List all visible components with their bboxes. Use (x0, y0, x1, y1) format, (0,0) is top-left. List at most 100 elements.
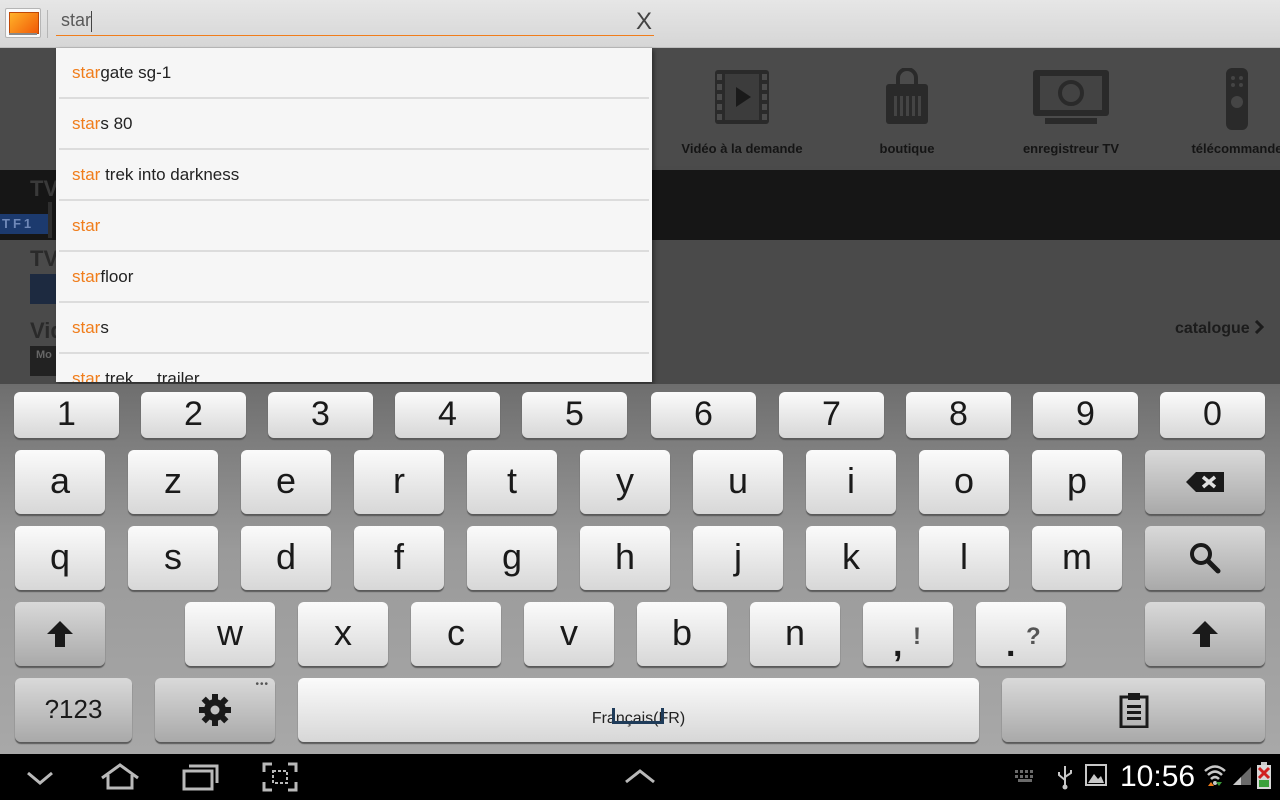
key-j[interactable]: j (693, 526, 783, 590)
key-v[interactable]: v (524, 602, 614, 666)
key-o[interactable]: o (919, 450, 1009, 514)
backspace-key[interactable] (1145, 450, 1265, 514)
key-s[interactable]: s (128, 526, 218, 590)
comma-main: , (893, 626, 903, 664)
suggestion-item[interactable]: stars (59, 303, 649, 354)
key-z[interactable]: z (128, 450, 218, 514)
suggestion-match: star (72, 63, 101, 82)
key-4[interactable]: 4 (395, 392, 500, 438)
key-b[interactable]: b (637, 602, 727, 666)
shift-key-left[interactable] (15, 602, 105, 666)
clipboard-icon (1119, 693, 1148, 728)
suggestion-rest: s (100, 318, 109, 337)
key-t[interactable]: t (467, 450, 557, 514)
system-navigation-bar: 10:56 (0, 754, 1280, 800)
comma-key[interactable]: , ! (863, 602, 953, 666)
hide-keyboard-icon[interactable] (18, 760, 62, 794)
remote-control-icon (1226, 68, 1248, 130)
key-0[interactable]: 0 (1160, 392, 1265, 438)
suggestion-item[interactable]: star (59, 201, 649, 252)
suggestion-match: star (72, 114, 101, 133)
key-p[interactable]: p (1032, 450, 1122, 514)
key-1[interactable]: 1 (14, 392, 119, 438)
key-y[interactable]: y (580, 450, 670, 514)
clear-search-button[interactable]: X (631, 8, 657, 36)
quick-item-label: enregistreur TV (1022, 141, 1120, 156)
key-q[interactable]: q (15, 526, 105, 590)
key-l[interactable]: l (919, 526, 1009, 590)
key-7[interactable]: 7 (779, 392, 884, 438)
key-i[interactable]: i (806, 450, 896, 514)
key-9[interactable]: 9 (1033, 392, 1138, 438)
shift-arrow-icon (47, 621, 73, 647)
space-key[interactable]: Français(FR) (298, 678, 979, 742)
key-u[interactable]: u (693, 450, 783, 514)
recent-apps-icon[interactable] (178, 760, 222, 794)
app-tv-icon[interactable] (5, 8, 41, 38)
suggestion-rest: trek into darkness (100, 165, 240, 184)
key-8[interactable]: 8 (906, 392, 1011, 438)
quick-item-remote[interactable]: télécommande (1162, 68, 1280, 166)
suggestion-item[interactable]: stars 80 (59, 99, 649, 150)
key-e[interactable]: e (241, 450, 331, 514)
chevron-up-icon[interactable] (618, 760, 662, 794)
key-n[interactable]: n (750, 602, 840, 666)
suggestion-match: star (72, 216, 101, 235)
image-notification-icon (1085, 764, 1107, 786)
key-5[interactable]: 5 (522, 392, 627, 438)
key-x[interactable]: x (298, 602, 388, 666)
key-k[interactable]: k (806, 526, 896, 590)
suggestion-match: star (72, 165, 101, 184)
quick-item-label: boutique (879, 141, 935, 156)
key-c[interactable]: c (411, 602, 501, 666)
suggestion-item[interactable]: stargate sg-1 (59, 48, 649, 99)
gear-icon (199, 694, 231, 726)
search-icon (1190, 543, 1221, 574)
quick-item-vod[interactable]: Vidéo à la demande (667, 68, 817, 166)
suggestion-rest: floor (100, 267, 134, 286)
quick-item-shop[interactable]: boutique (832, 68, 982, 166)
key-h[interactable]: h (580, 526, 670, 590)
clipboard-key[interactable] (1002, 678, 1265, 742)
shift-key-right[interactable] (1145, 602, 1265, 666)
key-6[interactable]: 6 (651, 392, 756, 438)
suggestion-item[interactable]: star trek into darkness (59, 150, 649, 201)
text-cursor (91, 11, 92, 32)
key-r[interactable]: r (354, 450, 444, 514)
key-f[interactable]: f (354, 526, 444, 590)
quick-item-recorder[interactable]: enregistreur TV (996, 68, 1146, 166)
comma-sub: ! (913, 623, 921, 650)
space-bar-mark (612, 708, 664, 724)
program-thumbnail[interactable] (30, 274, 56, 304)
quick-item-label: Vidéo à la demande (681, 141, 803, 156)
key-3[interactable]: 3 (268, 392, 373, 438)
channel-logo[interactable]: TF1 (0, 214, 48, 234)
key-a[interactable]: a (15, 450, 105, 514)
symbols-key[interactable]: ?123 (15, 678, 132, 742)
suggestion-rest: s 80 (100, 114, 133, 133)
shopping-bag-icon (886, 68, 928, 124)
keyboard-status-icon (1015, 770, 1033, 782)
key-g[interactable]: g (467, 526, 557, 590)
usb-icon (1058, 766, 1072, 790)
period-key[interactable]: . ? (976, 602, 1066, 666)
key-d[interactable]: d (241, 526, 331, 590)
channel-divider (48, 202, 52, 238)
suggestion-match: star (72, 369, 101, 382)
soft-keyboard: 1 2 3 4 5 6 7 8 9 0 a z e r t y u i o p … (0, 384, 1280, 754)
chevron-right-icon (1255, 319, 1265, 335)
settings-key[interactable]: ••• (155, 678, 275, 742)
key-2[interactable]: 2 (141, 392, 246, 438)
video-thumbnail[interactable]: Mo (30, 346, 56, 376)
key-m[interactable]: m (1032, 526, 1122, 590)
home-icon[interactable] (98, 760, 142, 794)
suggestion-rest: trek ... trailer (100, 369, 200, 382)
screenshot-icon[interactable] (258, 760, 302, 794)
suggestion-item[interactable]: starfloor (59, 252, 649, 303)
search-toolbar: X (0, 0, 1280, 48)
key-w[interactable]: w (185, 602, 275, 666)
catalogue-link[interactable]: catalogue (1175, 319, 1265, 338)
search-input[interactable] (56, 6, 654, 36)
search-key[interactable] (1145, 526, 1265, 590)
suggestion-item[interactable]: star trek ... trailer (59, 354, 649, 382)
